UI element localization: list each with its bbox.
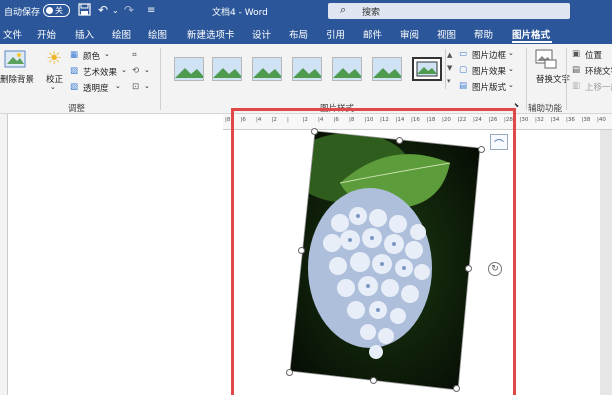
- transparency-icon: ▧: [70, 82, 79, 92]
- autosave-label: 自动保存: [4, 8, 41, 18]
- position-button[interactable]: 位置: [585, 49, 602, 61]
- gallery-up-icon[interactable]: ▲: [447, 51, 452, 59]
- tab-insert[interactable]: 插入: [75, 27, 94, 41]
- gallery-scroll[interactable]: ▲ ▼ ▾: [445, 49, 455, 89]
- color-button[interactable]: 颜色: [83, 50, 100, 62]
- group-separator: [526, 48, 527, 110]
- artistic-effects-dropdown-icon[interactable]: ⌄: [121, 66, 127, 74]
- ruler-mark: |38: [581, 117, 591, 123]
- style-thumb-2[interactable]: [212, 57, 242, 81]
- alt-text-icon[interactable]: [535, 49, 557, 69]
- style-thumb-6[interactable]: [372, 57, 402, 81]
- tab-draw[interactable]: 绘图: [112, 27, 131, 41]
- tab-design[interactable]: 设计: [252, 27, 271, 41]
- corrections-icon[interactable]: ☀: [46, 48, 62, 69]
- gallery-more-icon[interactable]: ▾: [447, 77, 451, 85]
- color-icon: ▦: [70, 50, 79, 60]
- workspace-left: [8, 114, 223, 395]
- toggle-knob: [46, 7, 53, 14]
- artistic-effects-icon: ▨: [70, 66, 79, 76]
- picture-layout-icon: ▤: [459, 81, 468, 91]
- autosave-toggle[interactable]: 关: [43, 4, 70, 17]
- search-box[interactable]: ⌕ 搜索: [328, 3, 570, 19]
- accessibility-group-label: 辅助功能: [528, 104, 563, 114]
- tab-new-tab[interactable]: 新建选项卡: [187, 27, 235, 41]
- ruler-mark: |8: [225, 117, 231, 123]
- picture-effects-icon: ▢: [459, 65, 468, 75]
- style-thumb-7[interactable]: [412, 57, 442, 81]
- picture-border-button[interactable]: 图片边框: [472, 49, 506, 61]
- corrections-dropdown-icon[interactable]: ⌄: [50, 83, 56, 91]
- artistic-effects-button[interactable]: 艺术效果: [83, 66, 117, 78]
- ruler-mark: |36: [566, 117, 575, 123]
- page-left-area: [8, 114, 223, 395]
- position-icon: ▣: [572, 49, 581, 59]
- wrap-text-icon: ▤: [572, 65, 581, 75]
- undo-dropdown-icon[interactable]: ⌄: [112, 3, 119, 18]
- group-separator: [566, 48, 567, 110]
- style-thumb-3[interactable]: [252, 57, 282, 81]
- ruler-mark: |34: [550, 117, 560, 123]
- picture-style-gallery: [168, 49, 444, 89]
- picture-effects-button[interactable]: 图片效果: [472, 65, 506, 77]
- redo-icon[interactable]: ↷: [124, 3, 134, 18]
- remove-background-icon[interactable]: [4, 50, 26, 68]
- tab-layout[interactable]: 布局: [289, 27, 308, 41]
- style-thumb-4[interactable]: [292, 57, 322, 81]
- tab-view[interactable]: 视图: [437, 27, 456, 41]
- style-thumb-5[interactable]: [332, 57, 362, 81]
- change-picture-dropdown-icon[interactable]: ⌄: [144, 66, 150, 74]
- compress-pictures-icon[interactable]: ⌗: [132, 50, 137, 60]
- transparency-button[interactable]: 透明度: [83, 82, 109, 94]
- vertical-ruler: [0, 114, 8, 395]
- tab-file[interactable]: 文件: [3, 27, 22, 41]
- bring-forward-icon: ▥: [572, 81, 581, 91]
- search-icon: ⌕: [340, 3, 347, 16]
- tab-draw-2[interactable]: 绘图: [148, 27, 167, 41]
- alt-text-button[interactable]: 替换文字: [536, 73, 570, 85]
- tab-picture-format[interactable]: 图片格式: [512, 27, 550, 41]
- title-bar: 自动保存 关 ↶ ⌄ ↷ ≡ 文档4 - Word ⌕ 搜索: [0, 0, 612, 22]
- style-thumb-1[interactable]: [174, 57, 204, 81]
- change-picture-icon[interactable]: ⟲: [132, 66, 139, 76]
- bring-forward-button[interactable]: 上移一层: [585, 81, 612, 93]
- picture-layout-button[interactable]: 图片版式: [472, 81, 506, 93]
- wrap-text-button[interactable]: 环绕文字: [585, 65, 612, 77]
- picture-layout-dropdown-icon[interactable]: ⌄: [508, 81, 514, 89]
- ribbon: 删除背景 ☀ 校正 ⌄ ▦ 颜色 ⌄ ▨ 艺术效果 ⌄ ▧ 透明度 ⌄ ⌗ ⟲ …: [0, 44, 612, 114]
- color-dropdown-icon[interactable]: ⌄: [104, 50, 110, 58]
- adjust-group-label: 调整: [68, 104, 86, 114]
- tab-references[interactable]: 引用: [326, 27, 345, 41]
- undo-icon[interactable]: ↶: [98, 3, 108, 18]
- tab-home[interactable]: 开始: [37, 27, 56, 41]
- picture-border-icon: ▭: [459, 49, 468, 59]
- active-tab-indicator: [512, 41, 552, 43]
- document-title: 文档4 - Word: [212, 8, 268, 18]
- tab-help[interactable]: 帮助: [474, 27, 493, 41]
- ruler-mark: |40: [597, 117, 606, 123]
- transparency-dropdown-icon[interactable]: ⌄: [115, 82, 121, 90]
- ruler-mark: |32: [535, 117, 544, 123]
- reset-picture-icon[interactable]: ⊡: [132, 82, 139, 92]
- tab-review[interactable]: 审阅: [400, 27, 419, 41]
- tab-mailings[interactable]: 邮件: [363, 27, 382, 41]
- search-placeholder: 搜索: [362, 8, 381, 18]
- highlight-box: [231, 108, 516, 395]
- picture-effects-dropdown-icon[interactable]: ⌄: [508, 65, 514, 73]
- remove-background-button[interactable]: 删除背景: [0, 73, 34, 85]
- autosave-state: 关: [55, 6, 63, 15]
- picture-border-dropdown-icon[interactable]: ⌄: [508, 49, 514, 57]
- gallery-down-icon[interactable]: ▼: [447, 64, 452, 72]
- customize-toolbar-icon[interactable]: ≡: [147, 3, 155, 18]
- group-separator: [160, 48, 161, 110]
- save-icon[interactable]: [78, 3, 91, 20]
- ruler-mark: |30: [519, 117, 529, 123]
- reset-picture-dropdown-icon[interactable]: ⌄: [144, 82, 150, 90]
